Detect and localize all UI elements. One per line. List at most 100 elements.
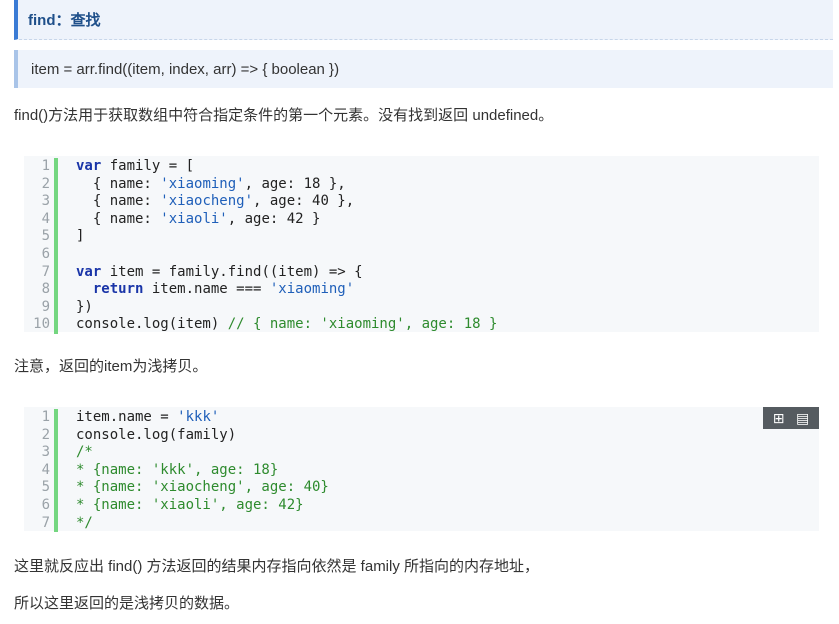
code-token: item.name === [143,281,270,298]
code-token: { name: [76,210,161,227]
line-number: 7 [41,514,50,531]
code-line: 7 var item = family.find((item) => { [24,263,819,282]
code-token: family = [ [101,158,195,174]
code-line: 7 */ [24,514,819,533]
code-text: * {name: 'kkk', age: 18} [76,462,278,480]
code-token: */ [76,514,93,531]
code-text: console.log(item) // { name: 'xiaoming',… [76,316,497,334]
explanation-paragraph: 这里就反应出 find() 方法返回的结果内存指向依然是 family 所指向的… [14,558,540,575]
code-token: ] [76,228,85,245]
code-token: var [76,158,102,174]
gutter-bar [54,210,58,229]
code-line: 9}) [24,298,819,317]
description-paragraph: find()方法用于获取数组中符合指定条件的第一个元素。没有找到返回 undef… [14,107,554,124]
code-line: 1 item.name = 'kkk' [24,409,819,427]
line-number: 4 [41,461,50,478]
code-token: 'kkk' [177,409,220,425]
code-line: 6 [24,245,819,264]
code-line: 6 * {name: 'xiaoli', age: 42} [24,496,819,515]
code-token: * {name: 'xiaoli', age: 42} [76,496,304,513]
code-token: console.log(item) [76,316,228,333]
code-line: 3 /* [24,444,819,462]
gutter-bar [54,461,58,480]
code-text: return item.name === 'xiaoming' [76,281,354,299]
gutter-bar [54,263,58,282]
code-text: var item = family.find((item) => { [76,264,363,282]
code-block-1: 1 var family = [2 { name: 'xiaoming', age… [24,156,819,334]
code-text: /* [76,444,93,462]
code-token: , age: 42 } [227,210,321,227]
line-number: 3 [41,444,50,461]
code-line: 2 console.log(family) [24,426,819,445]
code-token: , age: 18 }, [244,175,346,192]
gutter-bar [54,298,58,317]
gutter-bar [54,281,58,299]
code-token: 'xiaocheng' [160,193,254,210]
code-toolbar: ⊞ ▤ [763,407,819,429]
code-line: 4 { name: 'xiaoli', age: 42 } [24,210,819,229]
gutter-bar [54,426,58,445]
code-text: { name: 'xiaoming', age: 18 }, [76,176,346,194]
code-token: * {name: 'xiaocheng', age: 40} [76,479,329,496]
code-block-2: 1 item.name = 'kkk' 2 console.log(family) 3 /… [24,407,819,533]
gutter-bar [54,479,58,497]
line-number: 3 [41,193,50,210]
code-token: 'xiaoming' [160,175,245,192]
code-text: { name: 'xiaoli', age: 42 } [76,210,321,229]
line-number: 2 [41,426,50,443]
gutter-bar [54,228,58,246]
code-token: item.name = [76,409,178,425]
line-number: 5 [41,228,50,245]
gutter-bar [54,496,58,515]
section-heading: find：查找 [14,0,833,40]
code-line: 3 { name: 'xiaocheng', age: 40 }, [24,193,819,211]
line-number: 5 [41,479,50,496]
code-token: , age: 40 }, [253,193,355,210]
line-number: 4 [41,210,50,227]
heading-text: find：查找 [28,12,101,29]
code-text: var family = [ [76,158,194,176]
code-token: return [92,281,144,298]
code-token: 'xiaoli' [160,210,228,227]
line-number: 6 [41,245,50,262]
line-number: 2 [41,175,50,192]
code-line: 4 * {name: 'kkk', age: 18} [24,461,819,480]
gutter-bar [54,193,58,211]
code-line: 10 console.log(item) // { name: 'xiaoming… [24,316,819,334]
code-text: ] [76,228,84,246]
line-number: 9 [41,298,50,315]
gutter-bar [54,175,58,194]
line-number: 1 [41,158,50,174]
code-text: item.name = 'kkk' [76,409,219,427]
code-line: 1 var family = [ [24,158,819,176]
code-text: */ [76,515,93,533]
gutter-bar [54,514,58,533]
gutter-bar [54,409,58,427]
gutter-bar [54,245,58,264]
code-token: var [76,263,102,280]
code-line: 5 * {name: 'xiaocheng', age: 40} [24,479,819,497]
code-text: { name: 'xiaocheng', age: 40 }, [76,193,354,211]
code-line: 8 return item.name === 'xiaoming' [24,281,819,299]
code-token: { name: [76,193,161,210]
gutter-bar [54,444,58,462]
signature-text: item = arr.find((item, index, arr) => { … [31,60,340,78]
copy-icon[interactable]: ▤ [796,407,809,429]
code-token: console.log(family) [76,426,237,443]
code-token: }) [76,298,93,315]
line-number: 6 [41,496,50,513]
conclusion-paragraph: 所以这里返回的是浅拷贝的数据。 [14,595,240,612]
code-token: 'xiaoming' [269,281,355,298]
line-number: 1 [41,409,50,425]
code-token: item = family.find((item) => { [101,263,363,280]
code-line: 2 { name: 'xiaoming', age: 18 }, [24,175,819,194]
code-text: * {name: 'xiaocheng', age: 40} [76,479,329,497]
code-token: { name: [76,175,161,192]
code-line: 5] [24,228,819,246]
note-paragraph: 注意，返回的item为浅拷贝。 [14,358,208,375]
code-token: * {name: 'kkk', age: 18} [76,461,279,478]
view-source-icon[interactable]: ⊞ [773,407,785,429]
line-number: 10 [33,316,50,333]
code-text: * {name: 'xiaoli', age: 42} [76,497,304,515]
